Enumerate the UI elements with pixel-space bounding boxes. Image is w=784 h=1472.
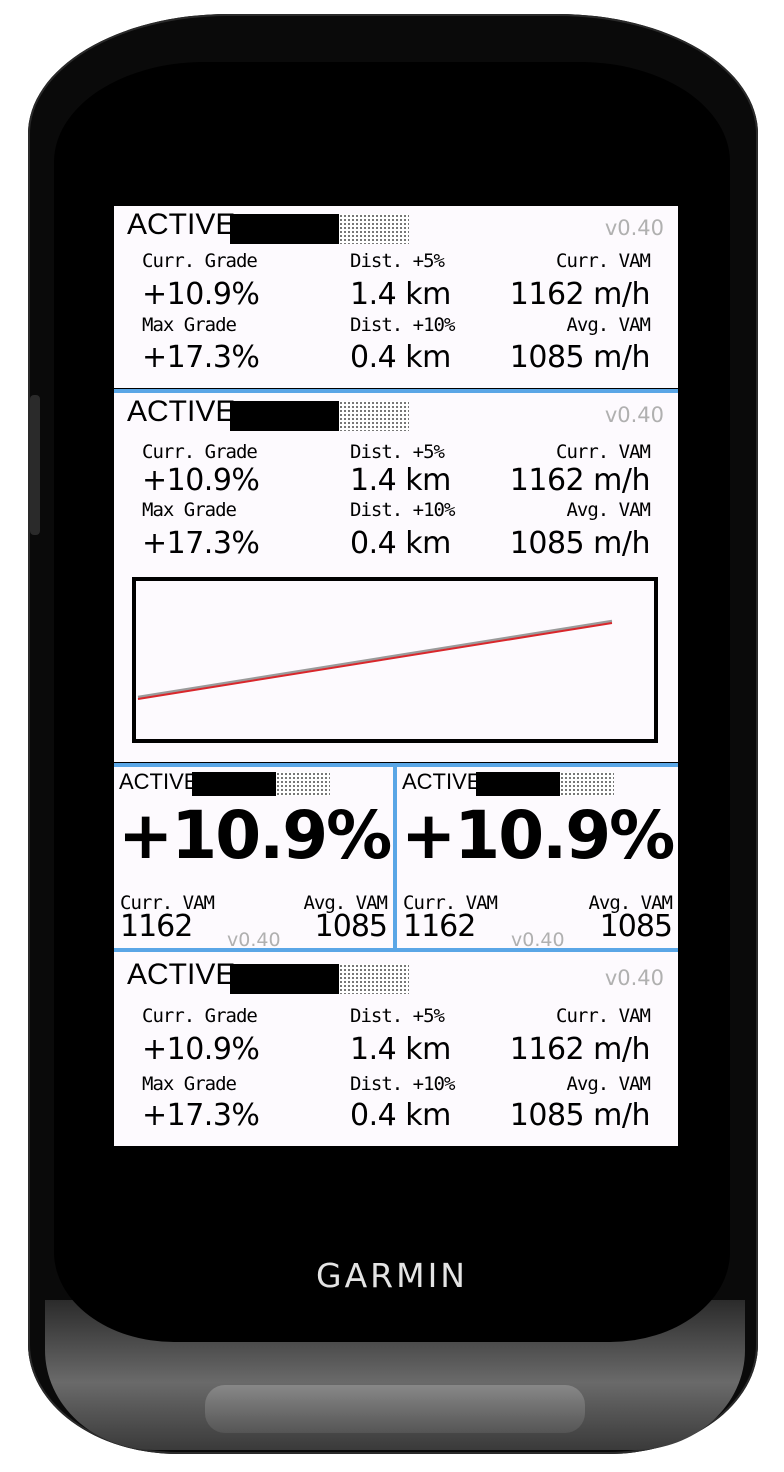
curr-vam-value: 1162 xyxy=(403,909,476,944)
dist-5-value: 1.4 km xyxy=(350,277,451,312)
status-label: ACTIVE xyxy=(119,769,199,794)
data-field-panel-2[interactable]: ACTIVE v0.40 Curr. Grade Dist. +5% Curr.… xyxy=(114,393,678,762)
curr-grade-value: +10.9% xyxy=(142,277,260,312)
max-grade-label: Max Grade xyxy=(142,1073,237,1095)
profile-line xyxy=(137,622,613,700)
curr-grade-big-value: +10.9% xyxy=(401,797,675,874)
status-label: ACTIVE xyxy=(127,958,236,991)
avg-vam-value: 1085 xyxy=(599,909,673,944)
avg-vam-value: 1085 xyxy=(314,909,388,944)
max-grade-value: +17.3% xyxy=(142,526,260,561)
dist-10-value: 0.4 km xyxy=(350,1098,451,1133)
active-progress-fill xyxy=(192,772,276,796)
dist-5-value: 1.4 km xyxy=(350,463,451,498)
dist-5-label: Dist. +5% xyxy=(350,441,445,463)
elevation-profile-chart xyxy=(132,577,658,743)
max-grade-value: +17.3% xyxy=(142,1098,260,1133)
brand-logo: GARMIN xyxy=(316,1256,468,1295)
curr-grade-label: Curr. Grade xyxy=(142,1005,258,1027)
status-label: ACTIVE xyxy=(127,208,236,241)
avg-vam-label: Avg. VAM xyxy=(566,314,651,336)
screen: ACTIVE v0.40 Curr. Grade Dist. +5% Curr.… xyxy=(114,206,678,1146)
version-label: v0.40 xyxy=(511,929,565,948)
profile-shadow-line xyxy=(137,619,613,699)
device-bottom-lip xyxy=(205,1385,585,1433)
elevation-profile-svg xyxy=(137,619,613,700)
active-progress-fill xyxy=(230,401,339,431)
avg-vam-label: Avg. VAM xyxy=(566,1073,651,1095)
status-label: ACTIVE xyxy=(127,395,236,428)
data-field-panel-1[interactable]: ACTIVE v0.40 Curr. Grade Dist. +5% Curr.… xyxy=(114,206,678,388)
version-label: v0.40 xyxy=(227,929,281,948)
curr-vam-value: 1162 xyxy=(120,909,193,944)
active-progress-fill xyxy=(230,214,339,244)
curr-grade-value: +10.9% xyxy=(142,463,260,498)
curr-vam-label: Curr. VAM xyxy=(556,1005,651,1027)
dist-5-label: Dist. +5% xyxy=(350,250,445,272)
avg-vam-label: Avg. VAM xyxy=(566,499,651,521)
max-grade-value: +17.3% xyxy=(142,340,260,375)
active-progress-remaining xyxy=(339,964,409,994)
curr-grade-label: Curr. Grade xyxy=(142,441,258,463)
curr-vam-label: Curr. VAM xyxy=(556,250,651,272)
avg-vam-value: 1085 m/h xyxy=(509,340,651,375)
status-label: ACTIVE xyxy=(402,769,482,794)
data-field-panel-3[interactable]: ACTIVE +10.9% Curr. VAM Avg. VAM 1162 v0… xyxy=(114,767,393,948)
dist-10-value: 0.4 km xyxy=(350,340,451,375)
max-grade-label: Max Grade xyxy=(142,499,237,521)
data-field-panel-5[interactable]: ACTIVE v0.40 Curr. Grade Dist. +5% Curr.… xyxy=(114,952,678,1146)
avg-vam-value: 1085 m/h xyxy=(509,1098,651,1133)
dist-5-label: Dist. +5% xyxy=(350,1005,445,1027)
avg-vam-value: 1085 m/h xyxy=(509,526,651,561)
data-field-panel-4[interactable]: ACTIVE +10.9% Curr. VAM Avg. VAM 1162 v0… xyxy=(397,767,678,948)
active-progress-remaining xyxy=(339,401,409,431)
dist-5-value: 1.4 km xyxy=(350,1032,451,1067)
dist-10-label: Dist. +10% xyxy=(350,314,455,336)
max-grade-label: Max Grade xyxy=(142,314,237,336)
version-label: v0.40 xyxy=(604,403,664,427)
version-label: v0.40 xyxy=(604,966,664,990)
version-label: v0.40 xyxy=(604,216,664,240)
curr-grade-value: +10.9% xyxy=(142,1032,260,1067)
curr-grade-label: Curr. Grade xyxy=(142,250,258,272)
active-progress-remaining xyxy=(560,772,614,796)
curr-vam-label: Curr. VAM xyxy=(556,441,651,463)
active-progress-fill xyxy=(230,964,339,994)
curr-vam-value: 1162 m/h xyxy=(509,1032,651,1067)
dist-10-label: Dist. +10% xyxy=(350,499,455,521)
curr-grade-big-value: +10.9% xyxy=(118,797,392,874)
curr-vam-value: 1162 m/h xyxy=(509,277,651,312)
active-progress-remaining xyxy=(276,772,330,796)
active-progress-remaining xyxy=(339,214,409,244)
side-button[interactable] xyxy=(30,395,40,535)
dist-10-value: 0.4 km xyxy=(350,526,451,561)
dist-10-label: Dist. +10% xyxy=(350,1073,455,1095)
curr-vam-value: 1162 m/h xyxy=(509,463,651,498)
active-progress-fill xyxy=(476,772,560,796)
